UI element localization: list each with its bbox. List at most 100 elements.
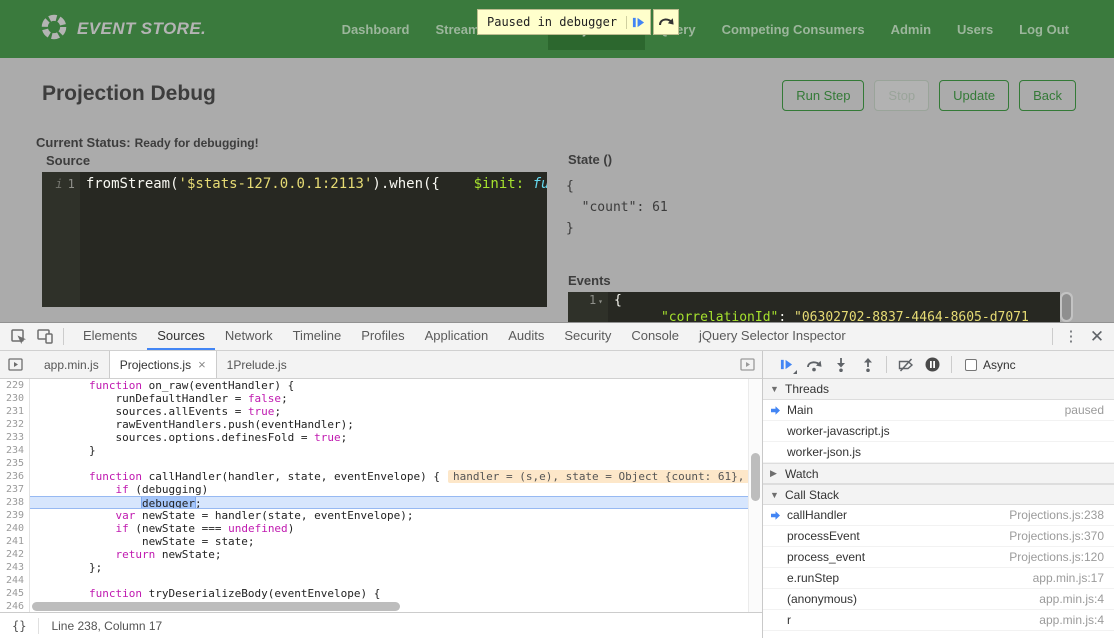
- call-stack-section-title: Call Stack: [785, 488, 839, 502]
- line-content: debugger;: [30, 496, 748, 509]
- stack-frame-r[interactable]: rapp.min.js:4: [763, 610, 1114, 631]
- tab-network[interactable]: Network: [215, 323, 283, 350]
- line-number: 236: [0, 470, 30, 483]
- file-tabs: app.min.jsProjections.js×1Prelude.js: [34, 351, 732, 378]
- paused-message: Paused in debugger: [478, 15, 626, 29]
- stack-frame-callhandler[interactable]: callHandlerProjections.js:238: [763, 505, 1114, 526]
- step-out-icon[interactable]: [854, 353, 881, 377]
- thread-main[interactable]: Mainpaused: [763, 400, 1114, 421]
- line-number: 240: [0, 522, 30, 535]
- tab-application[interactable]: Application: [415, 323, 499, 350]
- events-editor[interactable]: 1▾ { "correlationId": "06302702-8837-446…: [568, 292, 1060, 322]
- threads-section-title: Threads: [785, 382, 829, 396]
- stack-frame-e-runstep[interactable]: e.runStepapp.min.js:17: [763, 568, 1114, 589]
- nav-item-log-out[interactable]: Log Out: [1006, 9, 1082, 50]
- thread-worker-json-js-label: worker-json.js: [787, 445, 861, 459]
- line-content: }: [30, 444, 748, 457]
- code-editor[interactable]: 229 function on_raw(eventHandler) {230 r…: [0, 379, 748, 612]
- code-line-244[interactable]: 244: [0, 574, 748, 587]
- debugger-pane: Async ▼ThreadsMainpausedworker-javascrip…: [762, 351, 1114, 638]
- nav-item-competing-consumers[interactable]: Competing Consumers: [709, 9, 878, 50]
- code-line-229[interactable]: 229 function on_raw(eventHandler) {: [0, 379, 748, 392]
- editor-panel-toggle-icon[interactable]: [732, 358, 762, 371]
- async-toggle: Async: [965, 358, 1016, 372]
- deactivate-breakpoints-icon[interactable]: [892, 353, 919, 377]
- brand[interactable]: EVENT STORE.: [40, 13, 206, 46]
- devtools-close-icon[interactable]: ✕: [1084, 325, 1110, 349]
- fold-caret-icon[interactable]: ▾: [598, 297, 603, 306]
- code-line-243[interactable]: 243 };: [0, 561, 748, 574]
- stack-frame-anonymous[interactable]: (anonymous)app.min.js:4: [763, 589, 1114, 610]
- inspect-element-icon[interactable]: [6, 325, 32, 349]
- step-into-icon[interactable]: [827, 353, 854, 377]
- devtools-menu-icon[interactable]: ⋮: [1058, 325, 1084, 349]
- code-line-241[interactable]: 241 newState = state;: [0, 535, 748, 548]
- code-line-236[interactable]: 236 function callHandler(handler, state,…: [0, 470, 748, 483]
- code-line-233[interactable]: 233 sources.options.definesFold = true;: [0, 431, 748, 444]
- code-line-238[interactable]: 238 debugger;: [0, 496, 748, 509]
- code-line-239[interactable]: 239 var newState = handler(state, eventE…: [0, 509, 748, 522]
- file-tab-app-min-js[interactable]: app.min.js: [34, 351, 109, 378]
- file-tab-1prelude-js[interactable]: 1Prelude.js: [217, 351, 297, 378]
- devtools-main: app.min.jsProjections.js×1Prelude.js 229…: [0, 351, 1114, 638]
- code-line-237[interactable]: 237 if (debugging): [0, 483, 748, 496]
- stack-frame-callhandler-detail: Projections.js:238: [1009, 508, 1104, 522]
- stack-frame-processevent[interactable]: processEventProjections.js:370: [763, 526, 1114, 547]
- code-line-234[interactable]: 234 }: [0, 444, 748, 457]
- call-stack-section[interactable]: ▼Call Stack: [763, 484, 1114, 505]
- stack-frame-process-event[interactable]: process_eventProjections.js:120: [763, 547, 1114, 568]
- device-toolbar-icon[interactable]: [32, 325, 58, 349]
- code-line-240[interactable]: 240 if (newState === undefined): [0, 522, 748, 535]
- stack-frame-processevent-detail: Projections.js:370: [1009, 529, 1104, 543]
- tab-console[interactable]: Console: [621, 323, 689, 350]
- vertical-scrollbar[interactable]: [748, 379, 762, 612]
- stack-frame-partial[interactable]: [763, 631, 1114, 638]
- tab-security[interactable]: Security: [554, 323, 621, 350]
- line-content: rawEventHandlers.push(eventHandler);: [30, 418, 748, 431]
- code-line-230[interactable]: 230 runDefaultHandler = false;: [0, 392, 748, 405]
- thread-main-detail: paused: [1065, 403, 1104, 417]
- pause-on-exceptions-icon[interactable]: [919, 353, 946, 377]
- vertical-scrollbar-thumb[interactable]: [751, 453, 760, 501]
- line-number: 245: [0, 587, 30, 600]
- pretty-print-icon[interactable]: {}: [12, 619, 26, 633]
- action-buttons: Run Step Stop Update Back: [782, 80, 1076, 111]
- stop-button[interactable]: Stop: [874, 80, 929, 111]
- back-button[interactable]: Back: [1019, 80, 1076, 111]
- thread-worker-json-js[interactable]: worker-json.js: [763, 442, 1114, 463]
- run-step-button[interactable]: Run Step: [782, 80, 864, 111]
- resume-script-icon[interactable]: [773, 353, 800, 377]
- events-scrollbar-thumb[interactable]: [1062, 294, 1071, 320]
- tab-jquery-selector-inspector[interactable]: jQuery Selector Inspector: [689, 323, 856, 350]
- navigator-toggle-icon[interactable]: [0, 358, 30, 371]
- tab-audits[interactable]: Audits: [498, 323, 554, 350]
- threads-section[interactable]: ▼Threads: [763, 379, 1114, 400]
- editor-statusbar: {} Line 238, Column 17: [0, 612, 762, 638]
- nav-item-admin[interactable]: Admin: [878, 9, 944, 50]
- code-line-245[interactable]: 245 function tryDeserializeBody(eventEnv…: [0, 587, 748, 600]
- paused-step-over-icon[interactable]: [654, 15, 678, 29]
- thread-worker-javascript-js[interactable]: worker-javascript.js: [763, 421, 1114, 442]
- update-button[interactable]: Update: [939, 80, 1009, 111]
- horizontal-scrollbar-thumb[interactable]: [32, 602, 400, 611]
- step-over-icon[interactable]: [800, 353, 827, 377]
- tab-profiles[interactable]: Profiles: [351, 323, 414, 350]
- stack-frame-anonymous-label: (anonymous): [787, 592, 857, 606]
- close-tab-icon[interactable]: ×: [198, 357, 206, 372]
- tab-elements[interactable]: Elements: [73, 323, 147, 350]
- watch-section[interactable]: ▶Watch: [763, 463, 1114, 484]
- file-tab-projections-js[interactable]: Projections.js×: [109, 351, 217, 378]
- async-checkbox[interactable]: [965, 359, 977, 371]
- tab-sources[interactable]: Sources: [147, 323, 215, 350]
- code-line-235[interactable]: 235: [0, 457, 748, 470]
- events-scrollbar[interactable]: [1060, 292, 1073, 322]
- code-line-232[interactable]: 232 rawEventHandlers.push(eventHandler);: [0, 418, 748, 431]
- code-line-242[interactable]: 242 return newState;: [0, 548, 748, 561]
- source-editor[interactable]: i 1 fromStream('$stats-127.0.0.1:2113').…: [42, 172, 547, 307]
- code-line-231[interactable]: 231 sources.allEvents = true;: [0, 405, 748, 418]
- nav-item-dashboard[interactable]: Dashboard: [329, 9, 423, 50]
- debugger-sidebar: ▼ThreadsMainpausedworker-javascript.js wo…: [763, 379, 1114, 638]
- tab-timeline[interactable]: Timeline: [283, 323, 352, 350]
- paused-resume-icon[interactable]: [626, 16, 650, 29]
- nav-item-users[interactable]: Users: [944, 9, 1006, 50]
